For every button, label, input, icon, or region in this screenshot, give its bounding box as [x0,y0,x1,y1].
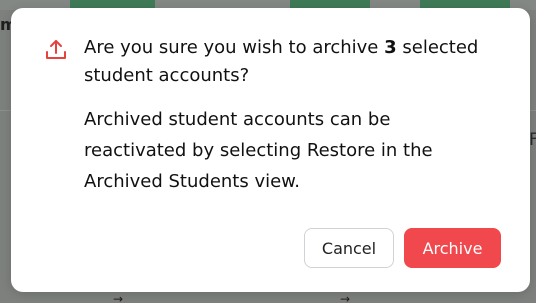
dialog-message: Archived student accounts can be reactiv… [84,109,433,192]
arrow-right-icon: → [340,292,351,303]
dialog-title: Are you sure you wish to archive 3 selec… [84,34,504,90]
dialog-title-prefix: Are you sure you wish to archive [84,37,385,58]
archive-button[interactable]: Archive [404,228,501,268]
app-screen: m F → → Are you sure you wish to archive… [0,0,536,303]
archive-confirm-dialog: Are you sure you wish to archive 3 selec… [11,8,530,292]
cancel-button[interactable]: Cancel [304,228,394,268]
background-text-fragment: F [529,130,536,150]
arrow-right-icon: → [113,292,124,303]
selected-count: 3 [384,37,397,58]
upload-arrow-icon [46,40,66,59]
